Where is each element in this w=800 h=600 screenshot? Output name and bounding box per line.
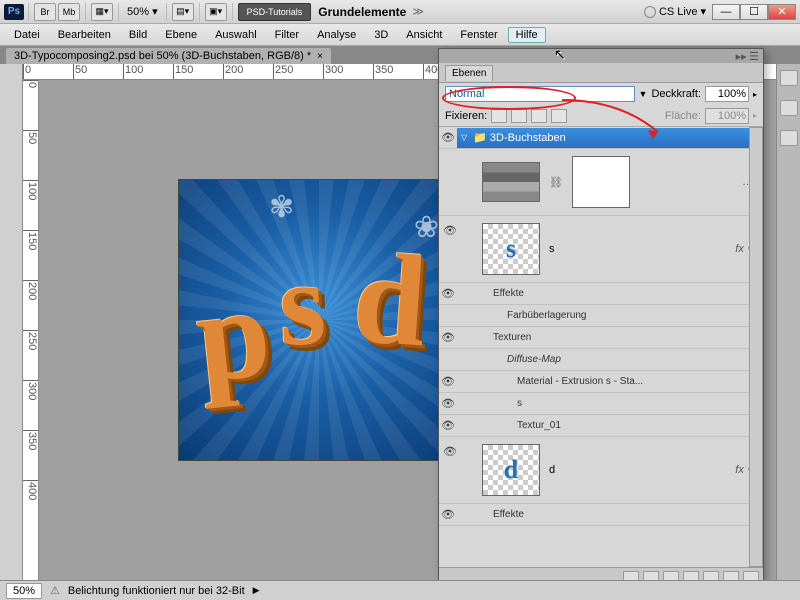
maximize-button[interactable]: ☐ (740, 4, 768, 20)
menu-fenster[interactable]: Fenster (452, 27, 505, 43)
opacity-input[interactable]: 100% (705, 86, 749, 102)
close-button[interactable]: ✕ (768, 4, 796, 20)
artwork-letter-p: p (189, 257, 277, 414)
menu-bild[interactable]: Bild (121, 27, 155, 43)
menu-bar: Datei Bearbeiten Bild Ebene Auswahl Filt… (0, 24, 800, 46)
link-icon[interactable]: ⛓ (543, 176, 569, 189)
menu-hilfe[interactable]: Hilfe (508, 27, 546, 43)
document-tab-close-icon[interactable]: × (317, 51, 323, 62)
swatches-panel-icon[interactable] (780, 70, 798, 86)
folder-icon: 📁 (470, 131, 490, 144)
layer-effects-row[interactable]: 👁Effekte (439, 283, 763, 305)
status-info-icon[interactable]: ⚠ (50, 584, 60, 597)
status-zoom[interactable]: 50% (6, 583, 42, 599)
layer-mask-thumbnail[interactable] (572, 156, 630, 208)
layers-tab[interactable]: Ebenen (445, 65, 493, 81)
layer-thumbnail[interactable]: s (482, 223, 540, 275)
menu-3d[interactable]: 3D (366, 27, 396, 43)
workspace-label[interactable]: Grundelemente (312, 5, 412, 19)
layer-name[interactable]: d (543, 464, 555, 476)
menu-ebene[interactable]: Ebene (157, 27, 205, 43)
layer-material-row[interactable]: 👁Material - Extrusion s - Sta... (439, 371, 763, 393)
layer-row[interactable]: 👁 d d fx ▽ (439, 437, 763, 504)
visibility-toggle-icon[interactable]: 👁 (441, 220, 459, 237)
layer-diffusemap-row[interactable]: Diffuse-Map (439, 349, 763, 371)
screen-mode-dropdown[interactable]: ▣▾ (205, 3, 227, 21)
visibility-toggle-icon[interactable] (441, 153, 459, 157)
layer-name[interactable]: s (543, 243, 555, 255)
visibility-toggle-icon[interactable]: 👁 (439, 131, 457, 144)
lock-all-icon[interactable] (551, 109, 567, 123)
layer-texture-s-row[interactable]: 👁s (439, 393, 763, 415)
visibility-toggle-icon[interactable]: 👁 (441, 441, 459, 458)
layer-list-scrollbar[interactable] (749, 127, 763, 567)
panel-menu-icon[interactable]: ☰ (749, 50, 759, 63)
artwork-letter-s: s (277, 234, 328, 374)
adjustments-panel-icon[interactable] (780, 100, 798, 116)
layer-group-name: 3D-Buchstaben (490, 132, 566, 144)
arrange-dropdown[interactable]: ▤▾ (172, 3, 194, 21)
layer-effect-coloroverlay[interactable]: Farbüberlagerung (439, 305, 763, 327)
menu-auswahl[interactable]: Auswahl (207, 27, 265, 43)
bridge-button[interactable]: Br (34, 3, 56, 21)
artwork-letter-d: d (349, 223, 432, 378)
minimize-button[interactable]: — (712, 4, 740, 20)
view-mode-dropdown[interactable]: ▦▾ (91, 3, 113, 21)
lock-transparency-icon[interactable] (491, 109, 507, 123)
workspace-more-icon[interactable]: ≫ (412, 5, 424, 18)
document-canvas[interactable]: ✾ ❀ ✿ p s d (179, 180, 459, 460)
panel-grip[interactable]: ▸▸ ☰ (439, 49, 763, 63)
layer-row[interactable]: 👁 s s fx ▽ (439, 216, 763, 283)
layer-effects-row[interactable]: 👁Effekte (439, 504, 763, 526)
document-tab[interactable]: 3D-Typocomposing2.psd bei 50% (3D-Buchst… (6, 48, 331, 64)
lock-position-icon[interactable] (531, 109, 547, 123)
panel-dock (776, 64, 800, 580)
lock-pixels-icon[interactable] (511, 109, 527, 123)
layer-thumbnail[interactable]: d (482, 444, 540, 496)
cslive-icon[interactable] (644, 6, 656, 18)
layer-group-row[interactable]: 👁 ▽ 📁 3D-Buchstaben (439, 127, 763, 149)
blend-mode-dropdown[interactable]: Normal (445, 86, 635, 102)
layer-thumbnail[interactable] (482, 162, 540, 202)
menu-bearbeiten[interactable]: Bearbeiten (50, 27, 119, 43)
workspace-brand-button[interactable]: PSD-Tutorials (238, 3, 312, 21)
zoom-dropdown[interactable]: 50% ▾ (123, 5, 162, 18)
flourish-decoration: ✾ (269, 190, 294, 225)
opacity-label: Deckkraft: (651, 88, 701, 100)
title-bar: Ps Br Mb ▦▾ 50% ▾ ▤▾ ▣▾ PSD-Tutorials Gr… (0, 0, 800, 24)
menu-ansicht[interactable]: Ansicht (398, 27, 450, 43)
cslive-label[interactable]: CS Live (659, 6, 698, 18)
menu-filter[interactable]: Filter (267, 27, 307, 43)
panel-collapse-icon[interactable]: ▸▸ (736, 50, 747, 63)
layer-row[interactable]: ⛓ … (439, 149, 763, 216)
layer-textures-row[interactable]: 👁Texturen (439, 327, 763, 349)
history-panel-icon[interactable] (780, 130, 798, 146)
toolbox-collapsed[interactable] (0, 64, 23, 580)
document-tab-title: 3D-Typocomposing2.psd bei 50% (3D-Buchst… (14, 50, 311, 62)
status-bar: 50% ⚠ Belichtung funktioniert nur bei 32… (0, 580, 800, 600)
status-message: Belichtung funktioniert nur bei 32-Bit (68, 585, 245, 597)
layer-list[interactable]: 👁 ▽ 📁 3D-Buchstaben ⛓ … 👁 s s fx ▽ 👁Effe… (439, 127, 763, 567)
fill-input: 100% (705, 108, 749, 124)
menu-datei[interactable]: Datei (6, 27, 48, 43)
fill-label: Fläche: (665, 110, 701, 122)
layers-panel: ▸▸ ☰ Ebenen Normal ▼ Deckkraft: 100%▸ Fi… (438, 48, 764, 588)
lock-label: Fixieren: (445, 110, 487, 122)
photoshop-icon: Ps (4, 4, 24, 20)
menu-analyse[interactable]: Analyse (309, 27, 364, 43)
ruler-vertical: 050100150200250300350400 (23, 80, 39, 580)
minibridge-button[interactable]: Mb (58, 3, 80, 21)
layer-texture01-row[interactable]: 👁Textur_01 (439, 415, 763, 437)
